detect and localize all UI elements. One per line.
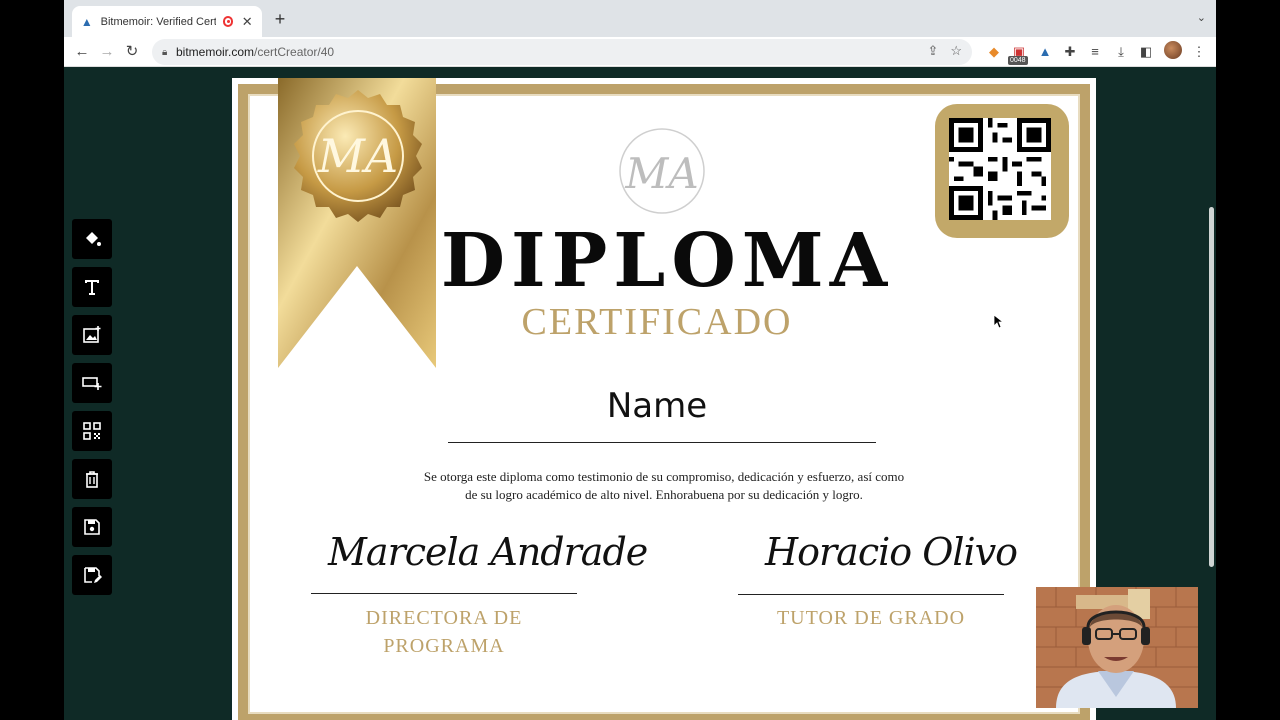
signatory-right-role[interactable]: TUTOR DE GRADO — [755, 604, 987, 632]
mouse-cursor-icon — [994, 315, 1004, 329]
bitmemoir-extension-icon[interactable]: ▲ — [1035, 42, 1055, 62]
fill-color-icon — [86, 232, 101, 246]
extensions-puzzle-icon[interactable]: ✚ — [1060, 42, 1080, 62]
role-right-line-1: TUTOR DE GRADO — [776, 607, 966, 629]
save-icon — [84, 519, 100, 535]
browser-toolbar: ← → ↻ 🔒︎ bitmemoir.com/certCreator/40 ⇪ … — [64, 37, 1216, 67]
signature-right[interactable]: Horacio Olivo — [765, 530, 1018, 574]
close-tab-icon[interactable]: ✕ — [240, 14, 254, 30]
save-as-icon — [84, 567, 102, 583]
signature-left[interactable]: Marcela Andrade — [328, 530, 648, 574]
svg-text:MA: MA — [624, 149, 698, 198]
page-scrollbar[interactable] — [1209, 207, 1214, 567]
side-panel-icon[interactable]: ◧ — [1136, 42, 1156, 62]
bookmark-star-icon[interactable]: ☆ — [950, 43, 962, 59]
active-tab[interactable]: ▲ Bitmemoir: Verified Certifi ✕ — [72, 6, 262, 37]
body-line-1: Se otorga este diploma como testimonio d… — [423, 469, 905, 484]
bitmemoir-favicon-icon: ▲ — [80, 14, 93, 29]
signature-right-line — [738, 594, 1004, 595]
add-qr-button[interactable] — [72, 411, 112, 451]
body-line-2: de su logro académico de alto nivel. Enh… — [465, 487, 863, 502]
qr-code-icon — [83, 422, 101, 440]
recording-icon — [222, 16, 234, 27]
signatory-left-role[interactable]: DIRECTORA DE PROGRAMA — [328, 604, 560, 660]
reload-icon[interactable]: ↻ — [122, 42, 142, 62]
role-left-line-1: DIRECTORA DE — [365, 607, 523, 629]
signature-left-line — [311, 593, 577, 594]
tab-search-chevron-icon[interactable]: ⌄ — [1197, 11, 1206, 24]
download-icon[interactable]: ⤓ — [1111, 42, 1131, 62]
add-image-icon — [83, 326, 101, 343]
address-bar[interactable]: 🔒︎ bitmemoir.com/certCreator/40 ⇪ ☆ — [152, 39, 972, 65]
tab-title: Bitmemoir: Verified Certifi — [100, 15, 216, 28]
svg-text:MA: MA — [317, 129, 398, 183]
monogram-logo-icon: MA — [619, 128, 705, 214]
certificate-canvas[interactable]: MA MA DIPLOMA CERTIFICADO Name Se otorga… — [232, 78, 1096, 720]
reading-list-icon[interactable]: ≡ — [1085, 42, 1105, 62]
delete-icon — [86, 471, 98, 488]
extension-badge: 0048 — [1008, 56, 1028, 65]
back-icon[interactable]: ← — [72, 42, 92, 62]
role-left-line-2: PROGRAMA — [383, 635, 505, 657]
tab-strip: ▲ Bitmemoir: Verified Certifi ✕ + ⌄ — [64, 0, 1216, 37]
metamask-extension-icon[interactable]: ◆ — [984, 42, 1004, 62]
save-button[interactable] — [72, 507, 112, 547]
certificate-body-text[interactable]: Se otorga este diploma como testimonio d… — [402, 468, 926, 504]
add-text-button[interactable] — [72, 267, 112, 307]
more-menu-icon[interactable]: ⋮ — [1189, 42, 1209, 62]
add-field-button[interactable] — [72, 363, 112, 403]
add-field-icon — [82, 377, 102, 390]
new-tab-button[interactable]: + — [270, 10, 290, 28]
profile-avatar[interactable] — [1164, 41, 1182, 59]
url-path: /certCreator/40 — [254, 45, 335, 59]
qr-code-icon — [949, 118, 1051, 220]
lock-icon: 🔒︎ — [162, 46, 168, 58]
editor-toolbar — [72, 219, 112, 603]
qr-code-frame[interactable] — [935, 104, 1069, 238]
delete-button[interactable] — [72, 459, 112, 499]
save-as-button[interactable] — [72, 555, 112, 595]
forward-icon[interactable]: → — [97, 42, 117, 62]
gold-seal-icon: MA — [294, 90, 422, 222]
share-icon[interactable]: ⇪ — [927, 43, 938, 59]
certificate-subtitle[interactable]: CERTIFICADO — [232, 300, 1082, 344]
recipient-name-field[interactable]: Name — [232, 386, 1082, 426]
add-image-button[interactable] — [72, 315, 112, 355]
webcam-overlay — [1036, 587, 1198, 708]
url-host: bitmemoir.com — [176, 45, 255, 59]
name-underline — [448, 442, 876, 443]
fill-color-button[interactable] — [72, 219, 112, 259]
text-icon — [85, 280, 99, 295]
